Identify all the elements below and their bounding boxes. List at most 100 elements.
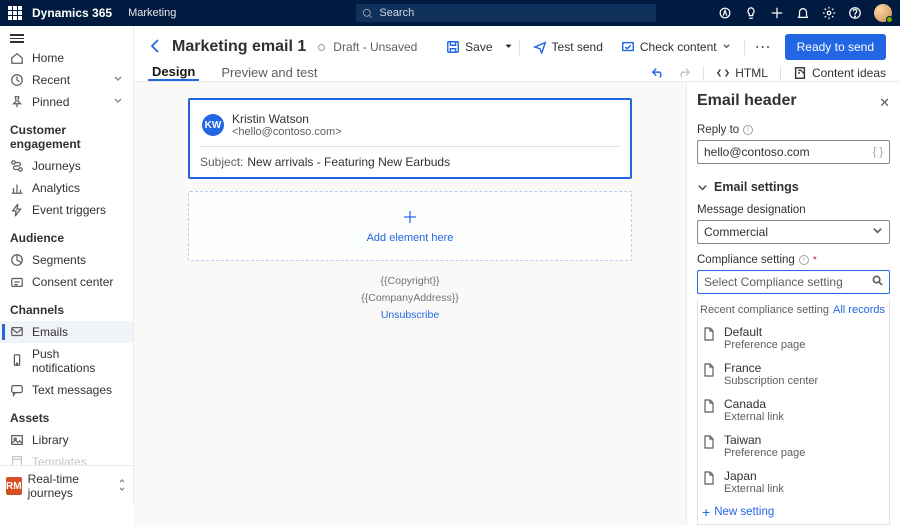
compliance-option[interactable]: TaiwanPreference page	[698, 428, 889, 464]
nav-triggers-label: Event triggers	[32, 203, 106, 217]
all-records-link[interactable]: All records	[833, 304, 885, 316]
add-element-dropzone[interactable]: Add element here	[188, 191, 632, 261]
subject-text: New arrivals - Featuring New Earbuds	[247, 155, 450, 169]
compliance-option[interactable]: JapanExternal link	[698, 464, 889, 500]
ready-to-send-button[interactable]: Ready to send	[785, 34, 886, 60]
record-title: Marketing email 1	[172, 38, 306, 56]
compliance-label-text: Compliance setting	[697, 254, 795, 266]
nav-collapse-button[interactable]	[0, 26, 133, 47]
nav-home[interactable]: Home	[0, 47, 133, 69]
add-icon[interactable]	[770, 6, 784, 20]
document-icon	[702, 399, 716, 413]
document-icon	[702, 435, 716, 449]
option-subtitle: Subscription center	[724, 375, 818, 387]
redo-button[interactable]	[677, 66, 691, 80]
nav-pinned-label: Pinned	[32, 95, 69, 109]
user-avatar[interactable]	[874, 4, 892, 22]
html-toggle[interactable]: HTML	[716, 66, 768, 80]
compliance-option[interactable]: FranceSubscription center	[698, 356, 889, 392]
compliance-option[interactable]: DefaultPreference page	[698, 320, 889, 356]
undo-button[interactable]	[651, 66, 665, 80]
nav-journeys-label: Journeys	[32, 159, 81, 173]
triggers-icon	[10, 203, 24, 217]
back-button[interactable]	[148, 38, 164, 57]
nav-consent[interactable]: Consent center	[0, 271, 133, 293]
compliance-lookup[interactable]: Select Compliance setting	[697, 270, 890, 294]
new-setting-link[interactable]: + New setting	[698, 500, 889, 524]
reply-to-input[interactable]: hello@contoso.com { }	[697, 140, 890, 164]
reply-to-label-text: Reply to	[697, 124, 739, 136]
clock-icon	[10, 73, 24, 87]
tab-design[interactable]: Design	[148, 64, 199, 81]
compliance-option[interactable]: CanadaExternal link	[698, 392, 889, 428]
save-button[interactable]: Save	[439, 36, 499, 58]
nav-text-label: Text messages	[32, 383, 112, 397]
nav-analytics-label: Analytics	[32, 181, 80, 195]
nav-templates[interactable]: Templates	[0, 451, 133, 466]
divider	[744, 39, 745, 55]
nav-journeys[interactable]: Journeys	[0, 155, 133, 177]
test-send-label: Test send	[552, 40, 603, 54]
nav-push[interactable]: Push notifications	[0, 343, 133, 379]
content-ideas-button[interactable]: Content ideas	[793, 66, 886, 80]
recent-label: Recent compliance setting	[700, 304, 829, 316]
global-search-input[interactable]: Search	[356, 4, 656, 22]
check-content-button[interactable]: Check content	[614, 36, 738, 58]
design-tabs: Design Preview and test HTML Content ide…	[134, 64, 900, 82]
analytics-icon	[10, 181, 24, 195]
option-title: Canada	[724, 397, 784, 411]
divider	[703, 66, 704, 80]
assistant-icon[interactable]	[718, 6, 732, 20]
email-settings-section[interactable]: Email settings	[697, 180, 890, 194]
push-icon	[10, 354, 24, 368]
app-launcher-icon[interactable]	[8, 6, 22, 20]
primary-label: Ready to send	[797, 40, 874, 54]
nav-text[interactable]: Text messages	[0, 379, 133, 401]
overflow-button[interactable]: ⋯	[751, 37, 775, 57]
notifications-icon[interactable]	[796, 6, 810, 20]
lightbulb-icon[interactable]	[744, 6, 758, 20]
nav-segments-label: Segments	[32, 253, 86, 267]
info-icon[interactable]: i	[743, 125, 753, 135]
required-indicator: *	[813, 255, 817, 266]
document-icon	[702, 363, 716, 377]
nav-segments[interactable]: Segments	[0, 249, 133, 271]
area-label: Real-time journeys	[28, 472, 111, 500]
test-send-button[interactable]: Test send	[526, 36, 610, 58]
help-icon[interactable]	[848, 6, 862, 20]
plus-icon: +	[702, 506, 710, 518]
nav-push-label: Push notifications	[32, 347, 123, 375]
designation-select[interactable]: Commercial	[697, 220, 890, 244]
record-status: Draft - Unsaved	[333, 40, 417, 54]
tab-preview[interactable]: Preview and test	[217, 64, 321, 81]
divider	[519, 39, 520, 55]
search-icon	[872, 275, 883, 289]
nav-pinned[interactable]: Pinned	[0, 91, 133, 113]
compliance-dropdown: Recent compliance setting All records De…	[697, 300, 890, 525]
reply-to-value: hello@contoso.com	[704, 145, 810, 159]
nav-library-label: Library	[32, 433, 69, 447]
area-switcher[interactable]: RM Real-time journeys	[0, 465, 133, 506]
info-icon[interactable]: i	[799, 255, 809, 265]
nav-templates-label: Templates	[32, 455, 87, 466]
nav-analytics[interactable]: Analytics	[0, 177, 133, 199]
save-chevron[interactable]	[504, 40, 513, 54]
nav-emails[interactable]: Emails	[0, 321, 133, 343]
check-icon	[621, 40, 635, 54]
email-header-card[interactable]: KW Kristin Watson <hello@contoso.com> Su…	[188, 98, 632, 179]
compliance-label: Compliance setting i *	[697, 254, 890, 266]
unsubscribe-link[interactable]: Unsubscribe	[188, 307, 632, 324]
library-icon	[10, 433, 24, 447]
nav-triggers[interactable]: Event triggers	[0, 199, 133, 221]
nav-recent-label: Recent	[32, 73, 70, 87]
nav-section-channels: Channels	[0, 293, 133, 321]
nav-library[interactable]: Library	[0, 429, 133, 451]
divider	[780, 66, 781, 80]
close-panel-button[interactable]: ✕	[879, 95, 890, 111]
settings-icon[interactable]	[822, 6, 836, 20]
send-icon	[533, 40, 547, 54]
dynamic-content-icon[interactable]: { }	[873, 146, 883, 158]
email-footer: {{Copyright}} {{CompanyAddress}} Unsubsc…	[188, 273, 632, 323]
journeys-icon	[10, 159, 24, 173]
nav-recent[interactable]: Recent	[0, 69, 133, 91]
